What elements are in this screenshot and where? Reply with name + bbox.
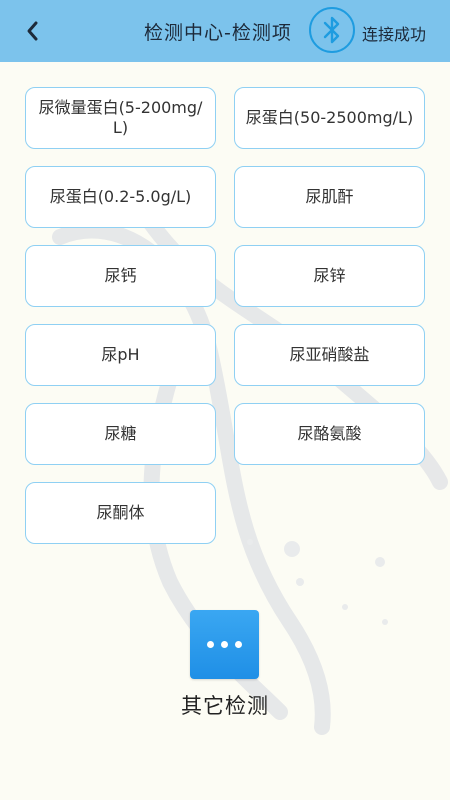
item-urine-microalbumin[interactable]: 尿微量蛋白(5-200mg/L) [25,87,216,149]
chevron-left-icon [27,21,38,41]
connection-status: 连接成功 [362,25,427,44]
item-urine-calcium[interactable]: 尿钙 [25,245,216,307]
item-urine-zinc[interactable]: 尿锌 [234,245,425,307]
item-urine-protein-low[interactable]: 尿蛋白(0.2-5.0g/L) [25,166,216,228]
other-tests-button[interactable] [190,610,259,679]
back-button[interactable] [18,16,46,46]
item-urine-glucose[interactable]: 尿糖 [25,403,216,465]
item-urine-ketone[interactable]: 尿酮体 [25,482,216,544]
header-bar: 检测中心-检测项 连接成功 [0,0,450,62]
item-urine-tyrosine[interactable]: 尿酪氨酸 [234,403,425,465]
more-dots-icon [204,641,246,648]
item-urine-nitrite[interactable]: 尿亚硝酸盐 [234,324,425,386]
bluetooth-icon [323,16,340,44]
item-urine-ph[interactable]: 尿pH [25,324,216,386]
item-urine-creatinine[interactable]: 尿肌酐 [234,166,425,228]
item-urine-protein-high[interactable]: 尿蛋白(50-2500mg/L) [234,87,425,149]
page-title: 检测中心-检测项 [144,22,292,44]
other-tests-label[interactable]: 其它检测 [0,690,450,720]
bluetooth-button[interactable] [309,7,355,53]
